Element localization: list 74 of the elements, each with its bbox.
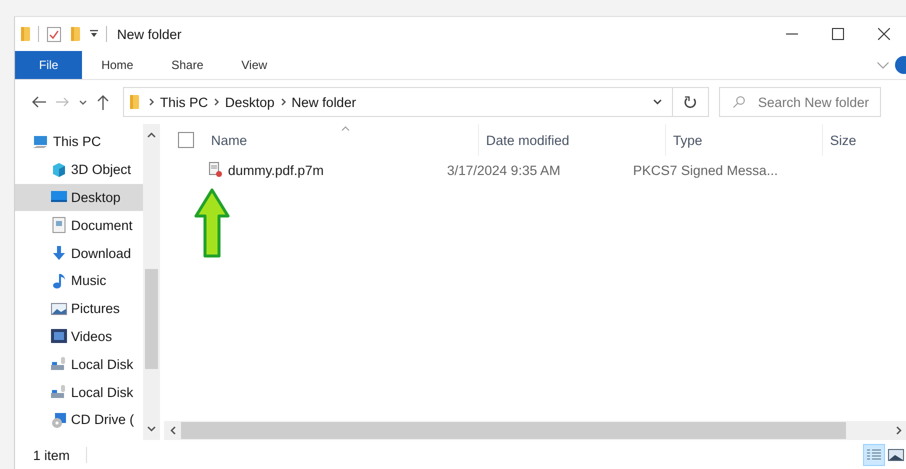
scroll-up-icon[interactable] — [147, 132, 156, 138]
film-icon — [51, 328, 67, 344]
chevron-icon — [214, 98, 220, 106]
up-icon[interactable] — [97, 94, 109, 110]
column-header[interactable]: Type — [665, 124, 822, 156]
sidebar-item[interactable]: Videos — [15, 322, 143, 350]
scrollbar-thumb[interactable] — [181, 422, 846, 439]
dropdown-icon[interactable] — [653, 99, 662, 105]
refresh-button[interactable] — [673, 87, 709, 117]
search-icon — [733, 96, 745, 108]
vertical-scrollbar[interactable] — [143, 124, 160, 440]
document-icon — [51, 217, 67, 234]
breadcrumb[interactable]: This PC — [160, 94, 208, 110]
sidebar-item[interactable]: This PC — [15, 128, 143, 156]
file-row[interactable]: dummy.pdf.p7m 3/17/2024 9:35 AM PKCS7 Signed Messa... — [164, 156, 906, 184]
scroll-down-icon[interactable] — [147, 426, 156, 432]
signed-file-icon — [208, 162, 224, 178]
horizontal-scrollbar[interactable] — [164, 421, 906, 440]
sidebar-item[interactable]: CD Drive ( — [15, 406, 143, 434]
minimize-icon — [786, 33, 798, 35]
properties-icon[interactable] — [47, 26, 61, 42]
pictures-icon — [51, 300, 67, 317]
select-all-checkbox[interactable] — [178, 132, 194, 148]
sidebar-item[interactable]: Document — [15, 211, 143, 240]
folder-icon — [21, 26, 30, 42]
new-folder-icon — [71, 26, 80, 42]
sidebar-item[interactable]: Desktop — [15, 184, 143, 212]
chevron-icon — [149, 98, 154, 106]
ribbon-tab[interactable]: Share — [152, 51, 222, 79]
dropdown-icon[interactable] — [90, 30, 98, 38]
address-bar[interactable]: This PC Desktop New folder — [123, 87, 673, 117]
sidebar-item[interactable]: Pictures — [15, 294, 143, 323]
type-cell-text: PKCS7 Signed Messa... — [632, 162, 779, 178]
ribbon-tab[interactable]: View — [222, 51, 286, 79]
sidebar-item[interactable]: Music — [15, 266, 143, 295]
sidebar-item[interactable]: Local Disk — [15, 378, 143, 406]
scroll-left-icon[interactable] — [170, 426, 176, 435]
scroll-right-icon[interactable] — [896, 426, 902, 435]
recent-locations-icon[interactable] — [79, 100, 87, 104]
breadcrumb[interactable]: Desktop — [225, 94, 275, 110]
disc-drive-icon — [51, 412, 67, 428]
disk-drive-icon — [51, 356, 67, 372]
help-icon[interactable] — [895, 56, 906, 74]
sort-ascending-icon — [341, 126, 350, 131]
landscape-icon — [888, 449, 904, 461]
details-list-icon — [867, 449, 881, 461]
breadcrumb[interactable]: New folder — [292, 94, 356, 110]
date-cell-text: 3/17/2024 9:35 AM — [446, 162, 562, 178]
item-count: 1 item — [33, 448, 70, 462]
music-note-icon — [51, 272, 67, 289]
download-icon — [51, 245, 67, 262]
column-header[interactable]: Size — [822, 124, 872, 156]
window-title: New folder — [117, 26, 182, 42]
chevron-icon — [280, 98, 286, 106]
file-name: dummy.pdf.p7m — [228, 162, 324, 178]
annotation-arrow — [194, 188, 230, 258]
column-header[interactable]: Date modified — [478, 124, 665, 156]
maximize-icon — [832, 28, 844, 40]
back-icon[interactable] — [31, 96, 47, 108]
scrollbar-thumb[interactable] — [145, 269, 158, 369]
expand-ribbon-icon[interactable] — [877, 62, 889, 68]
ribbon-tab[interactable]: Home — [82, 51, 152, 79]
column-header[interactable]: Name — [204, 124, 478, 156]
close-icon — [878, 28, 890, 40]
sidebar-item[interactable]: Download — [15, 239, 143, 267]
refresh-icon — [684, 96, 697, 108]
sidebar-item[interactable]: 3D Object — [15, 156, 143, 184]
sidebar-item[interactable]: Local Disk — [15, 350, 143, 378]
ribbon-tab[interactable]: File — [15, 51, 82, 79]
disk-drive-icon — [51, 384, 67, 400]
cube-icon — [51, 162, 67, 178]
folder-icon — [130, 94, 139, 110]
search-field[interactable]: Search New folder — [719, 87, 881, 117]
computer-icon — [33, 134, 49, 150]
